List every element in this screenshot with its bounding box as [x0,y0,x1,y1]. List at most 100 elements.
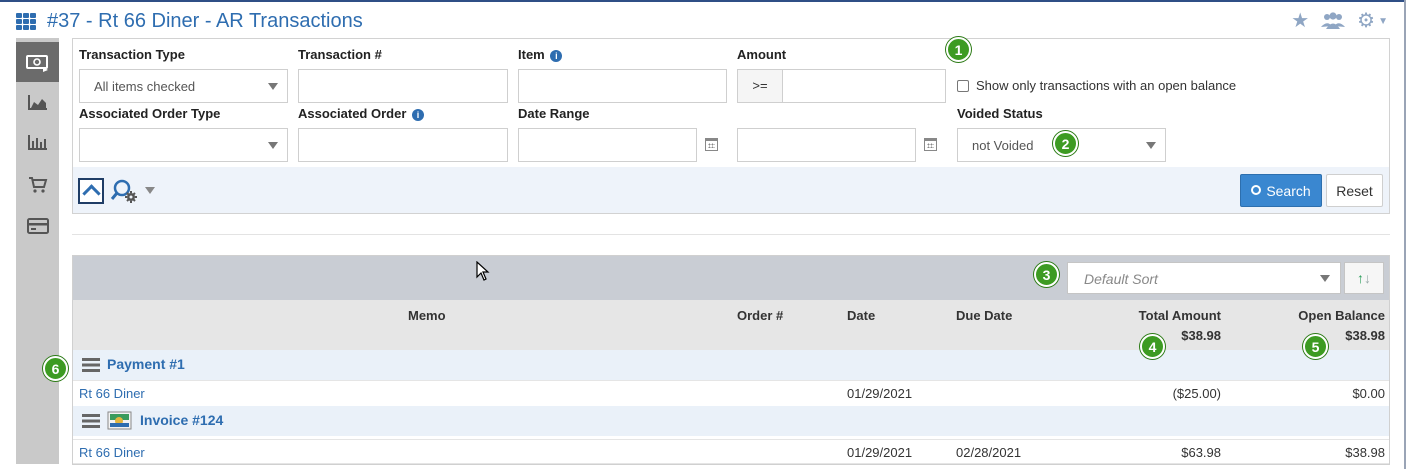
amount-input[interactable] [782,69,946,103]
total-amount-cell: $63.98 [1181,445,1221,460]
search-button-label: Search [1266,182,1311,199]
cart-icon [28,177,47,193]
chevron-down-icon [268,142,278,149]
total-amount-sum: $38.98 [1181,328,1221,343]
open-balance-checkbox-label: Show only transactions with an open bala… [976,78,1237,93]
rail-item-orders[interactable] [16,165,59,205]
divider [72,234,1390,235]
page-title: #37 - Rt 66 Diner - AR Transactions [47,10,363,32]
transaction-number-label: Transaction # [298,47,382,62]
sort-descending-icon: ↓ [1364,270,1371,286]
table-row: Rt 66 Diner 01/29/2021 ($25.00) $0.00 [73,380,1389,405]
table-group-row: Invoice #124 [73,406,1389,436]
table-header: Memo Order # Date Due Date Total Amount … [73,300,1389,350]
associated-order-type-label: Associated Order Type [79,106,221,121]
left-rail [16,38,59,464]
search-settings-icon[interactable] [110,178,140,204]
apps-grid-icon[interactable] [16,13,36,30]
calendar-icon[interactable] [705,138,718,151]
table-group-row: Payment #1 [73,350,1389,380]
credit-card-icon [26,218,49,234]
cash-register-icon [25,55,48,72]
calendar-icon[interactable] [924,138,937,151]
mouse-cursor-icon [476,261,490,281]
date-range-to-input[interactable] [737,128,916,162]
voided-status-label: Voided Status [957,106,1043,121]
due-date-cell: 02/28/2021 [956,445,1022,460]
date-cell: 01/29/2021 [847,445,913,460]
sort-bar: Default Sort ↑ ↓ [73,256,1389,300]
invoice-icon [107,411,132,430]
transaction-type-value: All items checked [94,79,196,94]
column-order-number[interactable]: Order # [737,308,783,323]
callout-badge: 2 [1053,131,1078,156]
users-icon[interactable] [1321,11,1346,31]
open-balance-cell: $38.98 [1345,445,1385,460]
search-icon [1251,184,1262,195]
item-input[interactable] [518,69,727,103]
chevron-down-icon[interactable]: ▼ [1378,16,1388,27]
associated-order-label: Associated Order i [298,106,424,121]
gear-icon[interactable]: ⚙ [1357,11,1375,31]
transaction-type-label: Transaction Type [79,47,185,62]
associated-order-input[interactable] [298,128,508,162]
callout-badge: 3 [1034,262,1059,287]
chevron-down-icon [1146,142,1156,149]
sort-ascending-icon: ↑ [1357,270,1364,286]
item-label: Item i [518,47,563,62]
amount-operator-select[interactable]: >= [737,69,783,103]
customer-link[interactable]: Rt 66 Diner [79,386,145,401]
filter-action-bar: Search Reset [73,167,1389,213]
menu-icon[interactable] [82,414,100,428]
column-total-amount[interactable]: Total Amount [1139,308,1221,323]
open-balance-checkbox[interactable] [957,79,969,92]
callout-badge: 4 [1140,334,1165,359]
date-range-from-input[interactable] [518,128,697,162]
search-button[interactable]: Search [1240,174,1322,207]
sort-select-value: Default Sort [1084,271,1158,287]
page-header: #37 - Rt 66 Diner - AR Transactions ★ ⚙ … [0,2,1404,40]
column-open-balance[interactable]: Open Balance [1298,308,1385,323]
rail-item-bar-chart[interactable] [16,122,59,162]
reset-button[interactable]: Reset [1326,174,1383,207]
item-label-text: Item [518,47,545,62]
transaction-number-input[interactable] [298,69,508,103]
rail-item-area-chart[interactable] [16,82,59,122]
results-table: Default Sort ↑ ↓ Memo Order # Date Due Da… [72,255,1390,465]
voided-status-value: not Voided [972,138,1034,153]
column-memo[interactable]: Memo [408,308,446,323]
star-icon[interactable]: ★ [1291,11,1309,31]
area-chart-icon [27,95,47,110]
chevron-down-icon[interactable] [145,187,155,194]
sort-select[interactable]: Default Sort [1067,262,1341,294]
menu-icon[interactable] [82,358,100,372]
sort-direction-button[interactable]: ↑ ↓ [1344,262,1384,294]
date-cell: 01/29/2021 [847,386,913,401]
info-icon[interactable]: i [550,50,563,62]
open-balance-sum: $38.98 [1345,328,1385,343]
column-due-date[interactable]: Due Date [956,308,1012,323]
transaction-link[interactable]: Payment #1 [107,356,185,372]
bar-chart-icon [27,135,47,150]
open-balance-cell: $0.00 [1352,386,1385,401]
open-balance-checkbox-row[interactable]: Show only transactions with an open bala… [957,78,1236,93]
rail-item-ar-transactions[interactable] [16,42,59,82]
filter-panel: Transaction Type All items checked Trans… [72,38,1390,214]
collapse-filters-button[interactable] [78,178,104,204]
transaction-link[interactable]: Invoice #124 [140,412,223,428]
associated-order-type-select[interactable] [79,128,288,162]
rail-item-payments[interactable] [16,206,59,246]
chevron-down-icon [268,83,278,90]
date-range-label: Date Range [518,106,590,121]
associated-order-label-text: Associated Order [298,106,407,121]
total-amount-cell: ($25.00) [1172,386,1221,401]
amount-label: Amount [737,47,787,62]
header-actions: ★ ⚙ ▼ [1291,11,1388,31]
column-date[interactable]: Date [847,308,875,323]
callout-badge: 6 [43,356,68,381]
callout-badge: 1 [946,37,971,62]
info-icon[interactable]: i [412,109,424,121]
transaction-type-select[interactable]: All items checked [79,69,288,103]
customer-link[interactable]: Rt 66 Diner [79,445,145,460]
chevron-down-icon [1320,275,1330,282]
